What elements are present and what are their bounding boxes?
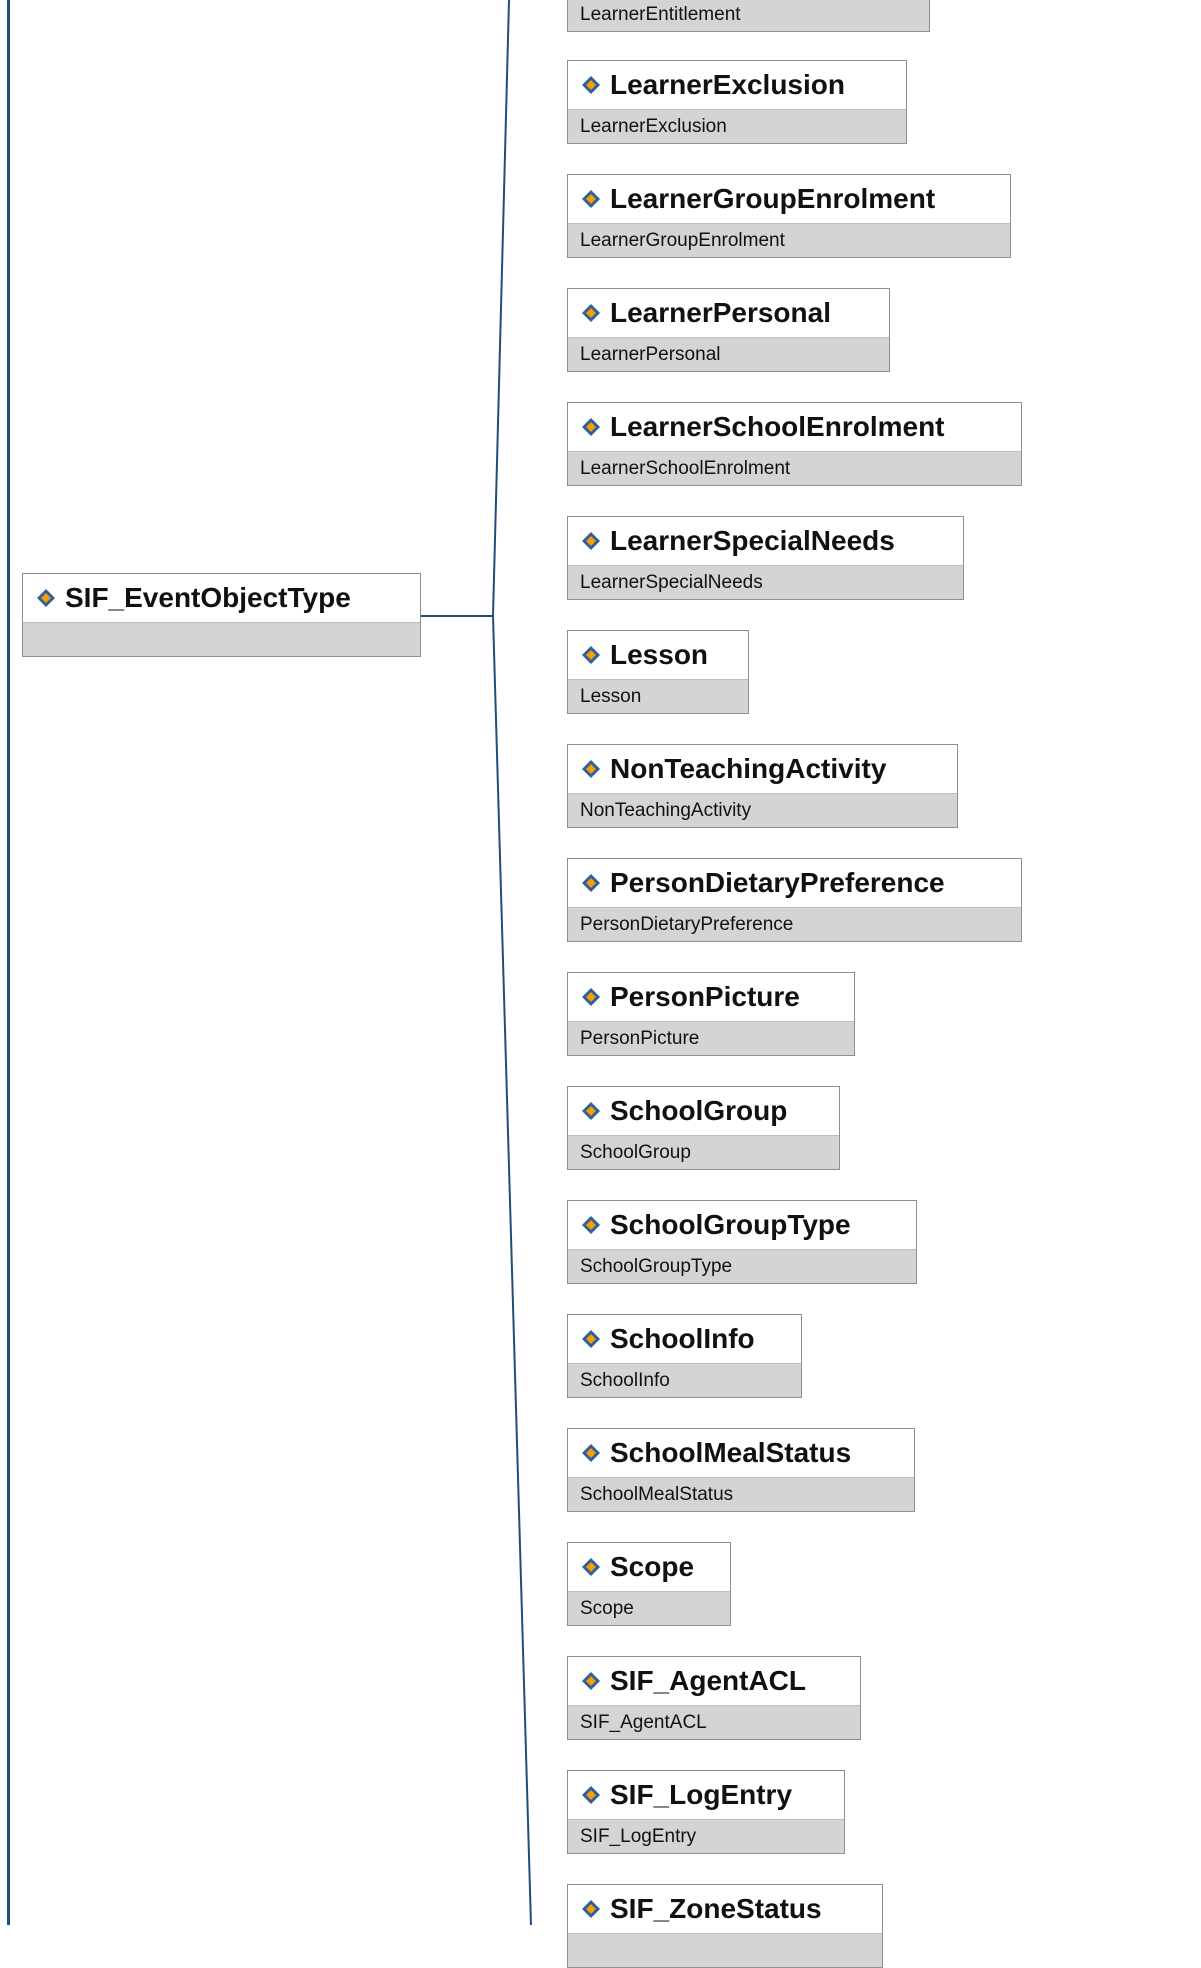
child-node[interactable]: LearnerPersonal LearnerPersonal — [567, 288, 890, 372]
element-diamond-icon — [582, 304, 600, 322]
child-node[interactable]: Lesson Lesson — [567, 630, 749, 714]
child-node-subtitle: LearnerSpecialNeeds — [568, 565, 963, 599]
child-node-subtitle: Scope — [568, 1591, 730, 1625]
child-node-title: SchoolMealStatus — [610, 1437, 852, 1468]
child-node-subtitle: SchoolGroupType — [568, 1249, 916, 1283]
child-node-header: PersonPicture — [568, 973, 854, 1021]
child-node-title: SIF_LogEntry — [610, 1779, 793, 1810]
root-node[interactable]: SIF_EventObjectType — [22, 573, 421, 657]
child-node[interactable]: LearnerSpecialNeeds LearnerSpecialNeeds — [567, 516, 964, 600]
child-node[interactable]: SIF_AgentACL SIF_AgentACL — [567, 1656, 861, 1740]
child-node-title: LearnerExclusion — [610, 69, 845, 100]
child-node-header: PersonDietaryPreference — [568, 859, 1021, 907]
element-diamond-icon — [582, 1786, 600, 1804]
element-diamond-icon — [582, 418, 600, 436]
child-node-subtitle: LearnerSchoolEnrolment — [568, 451, 1021, 485]
child-node[interactable]: LearnerExclusion LearnerExclusion — [567, 60, 907, 144]
child-node-title: LearnerGroupEnrolment — [610, 183, 936, 214]
child-node-title: SIF_ZoneStatus — [610, 1893, 822, 1924]
root-node-subtitle — [23, 622, 420, 656]
element-diamond-icon — [582, 1444, 600, 1462]
child-node-subtitle: PersonDietaryPreference — [568, 907, 1021, 941]
child-node-title: PersonPicture — [610, 981, 800, 1012]
child-node-header: Scope — [568, 1543, 730, 1591]
child-node[interactable]: SchoolGroupType SchoolGroupType — [567, 1200, 917, 1284]
child-node-subtitle: LearnerExclusion — [568, 109, 906, 143]
child-node-header: Lesson — [568, 631, 748, 679]
child-node-header: SchoolMealStatus — [568, 1429, 914, 1477]
child-node-header: SchoolInfo — [568, 1315, 801, 1363]
element-diamond-icon — [582, 76, 600, 94]
root-node-title: SIF_EventObjectType — [65, 582, 351, 613]
child-node-title: SchoolInfo — [610, 1323, 755, 1354]
child-node-subtitle: PersonPicture — [568, 1021, 854, 1055]
child-node[interactable]: Scope Scope — [567, 1542, 731, 1626]
element-diamond-icon — [582, 1558, 600, 1576]
child-node-subtitle: LearnerPersonal — [568, 337, 889, 371]
child-node[interactable]: SIF_LogEntry SIF_LogEntry — [567, 1770, 845, 1854]
child-node-header: LearnerGroupEnrolment — [568, 175, 1010, 223]
child-node-header: LearnerExclusion — [568, 61, 906, 109]
element-diamond-icon — [582, 874, 600, 892]
child-node-subtitle: LearnerGroupEnrolment — [568, 223, 1010, 257]
trunk-line — [491, 0, 532, 1925]
child-node-subtitle: SchoolMealStatus — [568, 1477, 914, 1511]
child-node-subtitle: SchoolInfo — [568, 1363, 801, 1397]
child-node-header: LearnerSchoolEnrolment — [568, 403, 1021, 451]
child-node-title: SchoolGroup — [610, 1095, 788, 1126]
child-node-header: SIF_LogEntry — [568, 1771, 844, 1819]
child-node-subtitle: SIF_LogEntry — [568, 1819, 844, 1853]
child-node[interactable]: LearnerGroupEnrolment LearnerGroupEnrolm… — [567, 174, 1011, 258]
child-node-subtitle: SchoolGroup — [568, 1135, 839, 1169]
child-node[interactable]: SchoolGroup SchoolGroup — [567, 1086, 840, 1170]
child-node[interactable]: PersonPicture PersonPicture — [567, 972, 855, 1056]
element-diamond-icon — [582, 988, 600, 1006]
child-node-header: LearnerPersonal — [568, 289, 889, 337]
element-diamond-icon — [582, 760, 600, 778]
child-node-title: LearnerSpecialNeeds — [610, 525, 895, 556]
child-node[interactable]: PersonDietaryPreference PersonDietaryPre… — [567, 858, 1022, 942]
element-diamond-icon — [582, 1102, 600, 1120]
child-node-subtitle: NonTeachingActivity — [568, 793, 957, 827]
element-diamond-icon — [582, 1216, 600, 1234]
child-node-header: SIF_AgentACL — [568, 1657, 860, 1705]
child-node-title: SchoolGroupType — [610, 1209, 851, 1240]
element-diamond-icon — [37, 589, 55, 607]
element-diamond-icon — [582, 646, 600, 664]
child-node-header: SIF_ZoneStatus — [568, 1885, 882, 1933]
child-node-header: SchoolGroupType — [568, 1201, 916, 1249]
child-node[interactable]: SchoolInfo SchoolInfo — [567, 1314, 802, 1398]
child-node-title: Lesson — [610, 639, 709, 670]
child-node-title: NonTeachingActivity — [610, 753, 887, 784]
child-node[interactable]: NonTeachingActivity NonTeachingActivity — [567, 744, 958, 828]
element-diamond-icon — [582, 1900, 600, 1918]
element-diamond-icon — [582, 1672, 600, 1690]
element-diamond-icon — [582, 532, 600, 550]
child-node-title: LearnerPersonal — [610, 297, 831, 328]
child-node[interactable]: SchoolMealStatus SchoolMealStatus — [567, 1428, 915, 1512]
child-node-title: LearnerSchoolEnrolment — [610, 411, 945, 442]
child-node-subtitle: SIF_AgentACL — [568, 1705, 860, 1739]
element-diamond-icon — [582, 1330, 600, 1348]
child-node-header: LearnerSpecialNeeds — [568, 517, 963, 565]
child-node-title: PersonDietaryPreference — [610, 867, 945, 898]
child-node-title: SIF_AgentACL — [610, 1665, 806, 1696]
child-node[interactable]: SIF_ZoneStatus — [567, 1884, 883, 1968]
child-node-subtitle: Lesson — [568, 679, 748, 713]
child-node-header: SchoolGroup — [568, 1087, 839, 1135]
element-diamond-icon — [582, 190, 600, 208]
root-node-header: SIF_EventObjectType — [23, 574, 420, 622]
child-node[interactable]: LearnerEntitlement — [567, 0, 930, 32]
child-node-subtitle: LearnerEntitlement — [568, 0, 929, 31]
child-node[interactable]: LearnerSchoolEnrolment LearnerSchoolEnro… — [567, 402, 1022, 486]
child-node-subtitle — [568, 1933, 882, 1967]
child-node-header: NonTeachingActivity — [568, 745, 957, 793]
child-node-title: Scope — [610, 1551, 695, 1582]
